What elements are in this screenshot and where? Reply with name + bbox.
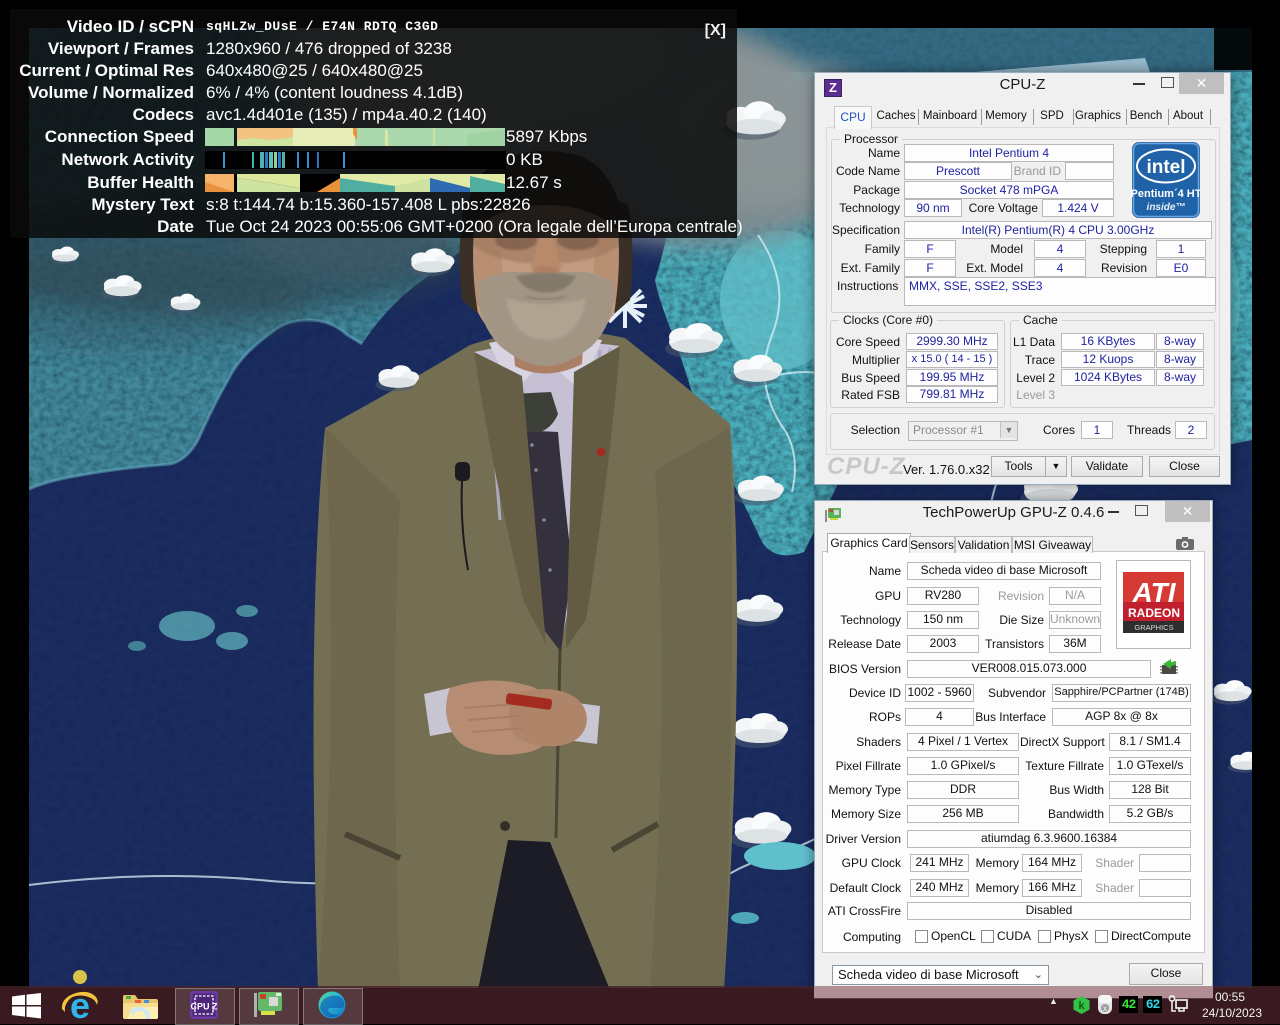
svg-text:k: k xyxy=(1078,1000,1085,1012)
svg-text:intel: intel xyxy=(1146,157,1185,178)
svg-text:CPU Z: CPU Z xyxy=(191,1002,219,1012)
svg-text:RADEON: RADEON xyxy=(1128,606,1180,620)
svg-text:x: x xyxy=(1103,1004,1107,1013)
svg-text:Pentium´4 HT: Pentium´4 HT xyxy=(1131,188,1201,200)
svg-text:ATI: ATI xyxy=(1131,577,1176,608)
svg-text:GRAPHICS: GRAPHICS xyxy=(1134,623,1173,632)
svg-text:inside™: inside™ xyxy=(1147,202,1186,213)
